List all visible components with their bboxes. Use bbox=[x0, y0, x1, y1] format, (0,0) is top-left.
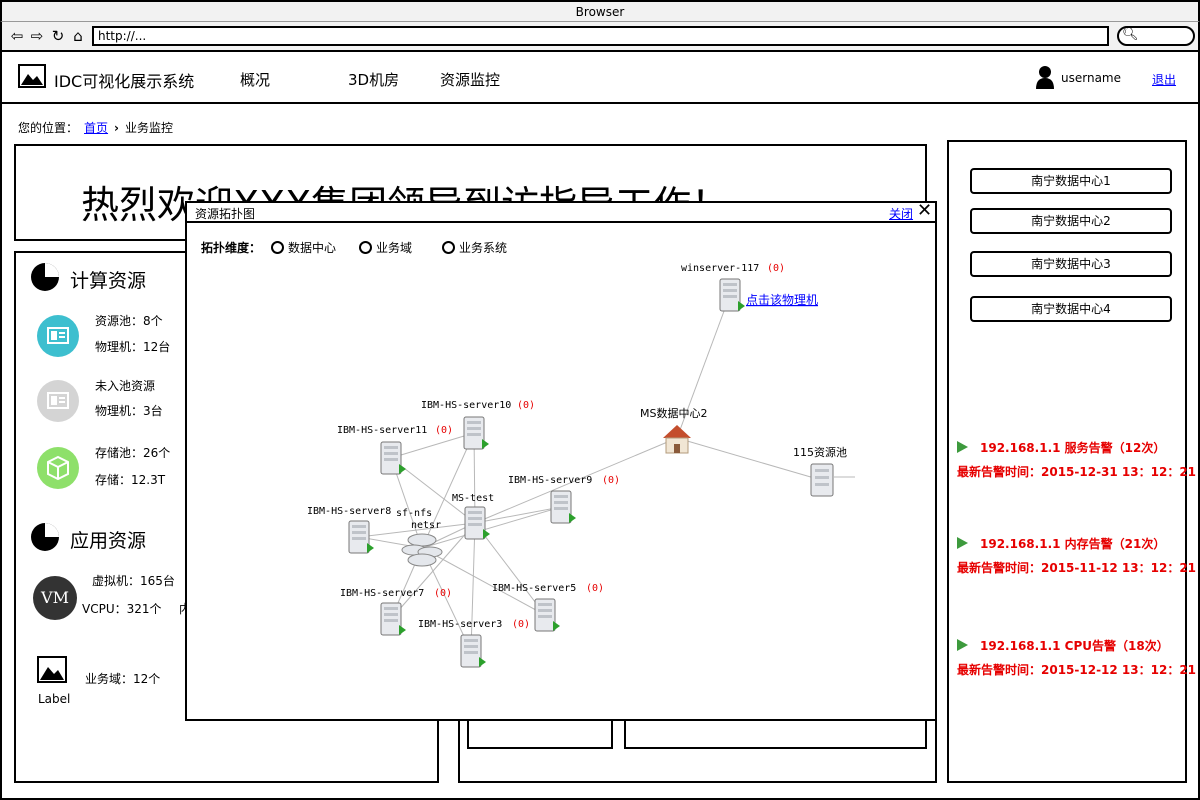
middle-subpanel-left bbox=[467, 720, 613, 749]
close-icon[interactable]: ✕ bbox=[917, 203, 932, 221]
node-label: sf-nfs bbox=[396, 508, 432, 519]
chevron-right-icon: › bbox=[114, 121, 119, 135]
server-node-ibm-hs-server5[interactable]: IBM-HS-server5 (0) bbox=[492, 583, 604, 632]
vm-icon: VM bbox=[33, 576, 77, 620]
logo-image-icon bbox=[18, 64, 46, 88]
datacenter-label: MS数据中心2 bbox=[640, 406, 707, 420]
pool-label: 115资源池 bbox=[793, 445, 847, 459]
user-icon bbox=[1036, 66, 1054, 89]
middle-subpanel-right bbox=[624, 720, 927, 749]
pie-chart-icon bbox=[31, 523, 59, 551]
dialog-title: 资源拓扑图 bbox=[195, 207, 256, 221]
business-domain-count: 业务域：12个 bbox=[85, 672, 161, 686]
business-domain-image-icon bbox=[37, 656, 67, 683]
datacenter-button-4[interactable]: 南宁数据中心4 bbox=[970, 296, 1172, 322]
node-count: (0) bbox=[434, 588, 452, 599]
alert-title[interactable]: 192.168.1.1 服务告警（12次） bbox=[980, 439, 1165, 456]
browser-title-bar: Browser bbox=[0, 0, 1200, 22]
server-node-ibm-hs-server3[interactable]: IBM-HS-server3 (0) bbox=[418, 619, 530, 668]
breadcrumb-home-link[interactable]: 首页 bbox=[84, 121, 108, 135]
browser-toolbar: ⇦ ⇨ ↻ ⌂ http://... 🔍︎ bbox=[0, 22, 1200, 52]
compute-section-title: 计算资源 bbox=[70, 270, 147, 292]
node-label: IBM-HS-server10 bbox=[421, 400, 511, 411]
dialog-close-link[interactable]: 关闭 bbox=[889, 205, 913, 222]
nav-resource-monitor[interactable]: 资源监控 bbox=[440, 69, 500, 90]
app-header: IDC可视化展示系统 概况 3D机房 资源监控 username 退出 bbox=[0, 52, 1200, 104]
node-label: IBM-HS-server7 bbox=[340, 588, 424, 599]
vm-count: 虚拟机：165台 bbox=[92, 574, 175, 588]
datacenter-button-1[interactable]: 南宁数据中心1 bbox=[970, 168, 1172, 194]
node-label: MS-test bbox=[452, 493, 494, 504]
username: username bbox=[1061, 71, 1121, 85]
nav-3d-room[interactable]: 3D机房 bbox=[348, 69, 399, 90]
node-count: (0) bbox=[512, 619, 530, 630]
node-count: (0) bbox=[435, 425, 453, 436]
alerts-panel bbox=[947, 140, 1187, 783]
search-icon: 🔍︎ bbox=[1122, 27, 1139, 42]
logout-link[interactable]: 退出 bbox=[1152, 71, 1176, 88]
storage-pool-count: 存储池：26个 bbox=[95, 446, 171, 460]
storage-pool-icon bbox=[37, 447, 79, 489]
forward-arrow-icon[interactable]: ⇨ bbox=[28, 27, 46, 45]
play-arrow-icon bbox=[957, 537, 968, 549]
play-arrow-icon bbox=[957, 639, 968, 651]
browser-search-input[interactable]: 🔍︎ bbox=[1117, 26, 1195, 46]
alert-title[interactable]: 192.168.1.1 内存告警（21次） bbox=[980, 535, 1165, 552]
resource-pool-icon bbox=[37, 315, 79, 357]
server-node-ms-test[interactable]: MS-test bbox=[452, 493, 494, 540]
datacenter-button-3[interactable]: 南宁数据中心3 bbox=[970, 251, 1172, 277]
unpooled-resource-label: 未入池资源 bbox=[95, 379, 156, 393]
app-section-title: 应用资源 bbox=[70, 530, 147, 552]
dialog-titlebar: 资源拓扑图 关闭 ✕ bbox=[187, 203, 935, 223]
vcpu-count: VCPU：321个 bbox=[82, 602, 162, 616]
back-arrow-icon[interactable]: ⇦ bbox=[8, 27, 26, 45]
node-label: IBM-HS-server11 bbox=[337, 425, 427, 436]
alert-time: 最新告警时间：2015-12-12 13：12：21 bbox=[957, 663, 1197, 677]
resource-pool-node[interactable]: 115资源池 bbox=[793, 445, 855, 497]
breadcrumb-prefix: 您的位置： bbox=[18, 121, 79, 135]
node-count: (0) bbox=[586, 583, 604, 594]
play-arrow-icon bbox=[957, 441, 968, 453]
node-count: (0) bbox=[767, 263, 785, 274]
resource-pool-count: 资源池：8个 bbox=[95, 314, 163, 328]
domain-icon-label: Label bbox=[38, 692, 71, 706]
breadcrumb: 您的位置： 首页 › 业务监控 bbox=[18, 119, 173, 136]
node-label: netsr bbox=[411, 520, 441, 531]
node-count: (0) bbox=[517, 400, 535, 411]
datacenter-node[interactable]: MS数据中心2 bbox=[640, 406, 707, 454]
unpooled-resource-icon bbox=[37, 380, 79, 422]
datacenter-button-2[interactable]: 南宁数据中心2 bbox=[970, 208, 1172, 234]
nav-overview[interactable]: 概况 bbox=[240, 69, 270, 90]
topology-graph: winserver-117 (0) 点击该物理机 MS数据中心2 115资源池 … bbox=[307, 263, 855, 668]
topology-links bbox=[358, 294, 822, 652]
server-node-ibm-hs-server9[interactable]: IBM-HS-server9 (0) bbox=[508, 475, 620, 524]
node-label: IBM-HS-server8 bbox=[307, 506, 391, 517]
pie-chart-icon bbox=[31, 263, 59, 291]
alert-title[interactable]: 192.168.1.1 CPU告警（18次） bbox=[980, 637, 1169, 654]
node-label: IBM-HS-server5 bbox=[492, 583, 576, 594]
storage-capacity: 存储：12.3T bbox=[95, 473, 166, 487]
pool-physical-count: 物理机：12台 bbox=[95, 340, 171, 354]
url-input[interactable]: http://... bbox=[92, 26, 1109, 46]
browser-title: Browser bbox=[575, 5, 625, 19]
unpooled-physical-count: 物理机：3台 bbox=[95, 404, 163, 418]
app-title: IDC可视化展示系统 bbox=[54, 72, 195, 91]
reload-icon[interactable]: ↻ bbox=[49, 27, 67, 45]
node-count: (0) bbox=[602, 475, 620, 486]
physical-machine-link[interactable]: 点击该物理机 bbox=[746, 293, 818, 307]
breadcrumb-current: 业务监控 bbox=[124, 121, 173, 135]
node-label: IBM-HS-server3 bbox=[418, 619, 502, 630]
topology-dialog: 资源拓扑图 关闭 ✕ 拓扑维度： 数据中心 业务域 业务系统 winserver… bbox=[185, 201, 937, 721]
server-node-ibm-hs-server8[interactable]: IBM-HS-server8 bbox=[307, 506, 391, 554]
server-node-ibm-hs-server11[interactable]: IBM-HS-server11 (0) bbox=[337, 425, 453, 475]
node-label: IBM-HS-server9 bbox=[508, 475, 592, 486]
alert-time: 最新告警时间：2015-11-12 13：12：21 bbox=[957, 561, 1197, 575]
alert-time: 最新告警时间：2015-12-31 13：12：21 bbox=[957, 465, 1197, 479]
node-label: winserver-117 bbox=[681, 263, 759, 274]
home-icon[interactable]: ⌂ bbox=[69, 27, 87, 45]
storage-cluster-node[interactable]: sf-nfs netsr bbox=[396, 508, 443, 567]
